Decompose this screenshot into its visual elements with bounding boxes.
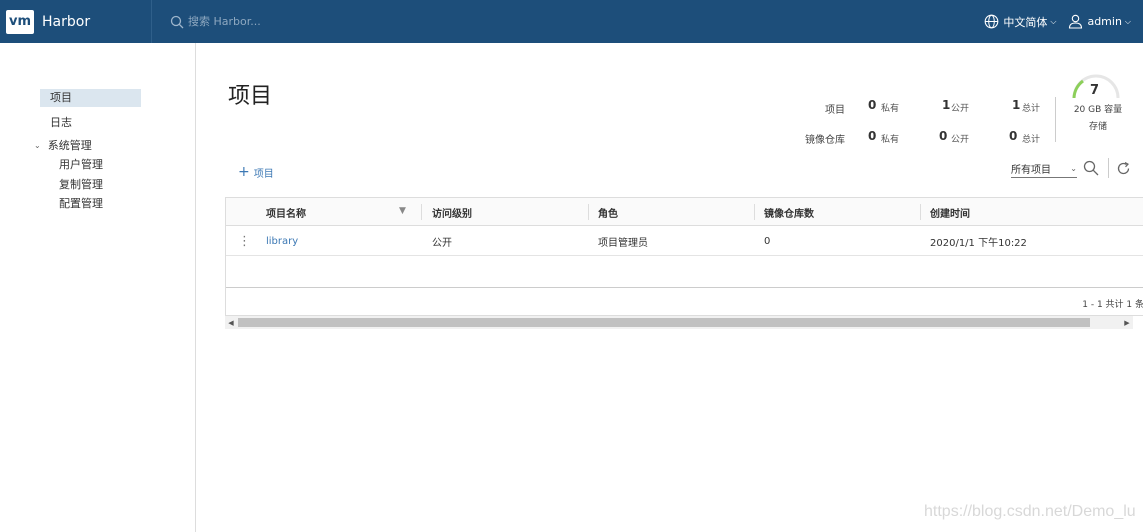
sidebar-item-label: 日志 <box>50 116 72 129</box>
sidebar-item-administration[interactable]: ⌄ 系统管理 <box>34 137 92 153</box>
search-input[interactable] <box>188 15 388 28</box>
stat-unit: 公开 <box>951 135 970 145</box>
stat-row-label-repos: 镜像仓库 <box>805 135 845 146</box>
column-header-repo-count[interactable]: 镜像仓库数 <box>764 198 814 226</box>
globe-icon <box>985 14 999 29</box>
table-footer: 1 - 1 共计 1 条 <box>226 287 1143 317</box>
projects-table: 项目名称 ▼ 访问级别 角色 镜像仓库数 创建时间 ⋮ library 公开 项… <box>225 197 1143 316</box>
sidebar-item-configuration[interactable]: 配置管理 <box>59 195 103 211</box>
global-search[interactable] <box>170 15 388 29</box>
stat-repos-public-count: 0 <box>939 129 948 143</box>
user-icon <box>1069 14 1083 29</box>
column-separator <box>920 204 921 220</box>
project-name-link[interactable]: library <box>266 226 298 256</box>
pagination-summary: 1 - 1 共计 1 条 <box>1082 300 1143 310</box>
cell-role: 项目管理员 <box>598 237 648 249</box>
vmware-logo: vm <box>6 9 34 34</box>
search-icon[interactable] <box>1083 160 1099 176</box>
sidebar-item-logs[interactable]: 日志 <box>50 114 72 130</box>
add-project-label: 项目 <box>253 168 274 180</box>
storage-gauge-value: 7 <box>1090 83 1100 98</box>
chevron-down-icon: ⌄ <box>1070 164 1077 173</box>
stat-projects-total-count: 1 <box>1012 98 1021 112</box>
language-label: 中文简体 <box>1003 15 1048 29</box>
column-header-creation-time[interactable]: 创建时间 <box>930 198 970 226</box>
language-switcher[interactable]: 中文简体 ⌵ <box>984 14 1056 30</box>
stat-unit: 总计 <box>1022 104 1041 114</box>
chevron-down-icon: ⌵ <box>1124 16 1131 26</box>
sidebar-item-label: 系统管理 <box>47 139 92 152</box>
cell-access-level: 公开 <box>432 237 452 249</box>
top-navbar: vm Harbor 中文简体 ⌵ admin ⌵ <box>0 0 1143 43</box>
storage-info: 20 GB 容量 存储 <box>1070 102 1126 132</box>
username: admin <box>1087 15 1122 28</box>
stat-unit: 公开 <box>951 104 970 114</box>
stat-unit: 总计 <box>1022 135 1041 145</box>
filter-icon[interactable]: ▼ <box>399 206 406 216</box>
stat-projects-private-count: 0 <box>868 98 877 112</box>
app-name: Harbor <box>42 13 91 30</box>
scrollbar-thumb[interactable] <box>238 318 1090 327</box>
sidebar-item-label: 复制管理 <box>59 178 103 191</box>
storage-label: 存储 <box>1088 122 1107 132</box>
add-project-button[interactable]: + 项目 <box>238 164 274 180</box>
chevron-down-icon: ⌄ <box>34 140 41 150</box>
sidebar-item-projects[interactable]: 项目 <box>40 89 141 107</box>
cell-repo-count: 0 <box>764 235 771 247</box>
column-header-role[interactable]: 角色 <box>598 198 618 226</box>
refresh-icon[interactable] <box>1116 161 1131 176</box>
search-icon <box>170 15 184 28</box>
project-filter-select[interactable]: 所有项目 ⌄ <box>1011 160 1077 178</box>
stats-divider <box>1055 97 1056 142</box>
filter-selected-value: 所有项目 <box>1011 165 1051 176</box>
table-row: ⋮ library 公开 项目管理员 0 2020/1/1 下午10:22 <box>226 226 1143 256</box>
sidebar-item-users[interactable]: 用户管理 <box>59 156 103 172</box>
column-separator <box>421 204 422 220</box>
toolbar-divider <box>1108 158 1109 178</box>
cell-creation-time: 2020/1/1 下午10:22 <box>930 237 1027 249</box>
column-header-project-name[interactable]: 项目名称 <box>266 198 306 226</box>
brand[interactable]: vm Harbor <box>0 0 152 43</box>
stat-projects-public-count: 1 <box>942 98 951 112</box>
stat-repos-total-count: 0 <box>1009 129 1018 143</box>
row-actions-icon[interactable]: ⋮ <box>238 226 251 256</box>
column-header-access-level[interactable]: 访问级别 <box>432 198 472 226</box>
user-menu[interactable]: admin ⌵ <box>1068 14 1131 29</box>
sidebar-item-label: 项目 <box>50 91 72 104</box>
stat-repos-private-count: 0 <box>868 129 877 143</box>
sidebar-item-label: 配置管理 <box>59 197 103 210</box>
column-separator <box>588 204 589 220</box>
stat-row-label-projects: 项目 <box>825 105 845 116</box>
horizontal-scrollbar[interactable]: ◀ ▶ <box>225 316 1133 329</box>
scroll-right-icon[interactable]: ▶ <box>1121 316 1133 329</box>
stat-unit: 私有 <box>881 104 900 114</box>
sidebar: 项目 日志 ⌄ 系统管理 用户管理 复制管理 配置管理 <box>0 43 196 532</box>
column-separator <box>754 204 755 220</box>
sidebar-item-replications[interactable]: 复制管理 <box>59 176 103 192</box>
watermark: https://blog.csdn.net/Demo_lu <box>924 503 1136 520</box>
sidebar-item-label: 用户管理 <box>59 158 103 171</box>
stat-unit: 私有 <box>881 135 900 145</box>
chevron-down-icon: ⌵ <box>1050 16 1057 26</box>
table-header: 项目名称 ▼ 访问级别 角色 镜像仓库数 创建时间 <box>226 198 1143 226</box>
page-title: 项目 <box>228 84 273 109</box>
plus-icon: + <box>238 164 250 180</box>
scroll-left-icon[interactable]: ◀ <box>225 316 237 329</box>
storage-capacity: 20 GB 容量 <box>1073 105 1123 115</box>
